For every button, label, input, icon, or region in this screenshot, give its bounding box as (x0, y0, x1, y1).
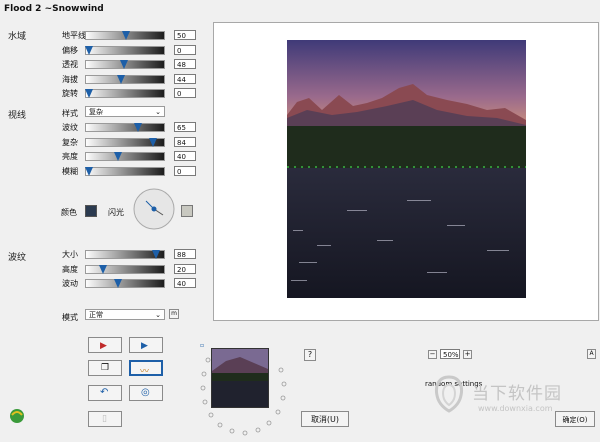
water-slider-3[interactable] (85, 74, 165, 84)
help-button[interactable]: ? (304, 349, 316, 361)
view-label-2: 亮度 (62, 152, 78, 161)
style-select[interactable]: 复杂 ⌄ (85, 106, 165, 117)
glare-swatch[interactable] (181, 205, 193, 217)
slider-thumb[interactable] (122, 31, 130, 40)
copy-icon: ❐ (101, 363, 110, 373)
water-label-2: 透视 (62, 60, 78, 69)
water-label-4: 旋转 (62, 89, 78, 98)
view-value-0[interactable]: 65 (174, 122, 196, 132)
slider-thumb[interactable] (120, 60, 129, 69)
view-slider-2[interactable] (85, 152, 165, 161)
blank-button[interactable]: ▯ (88, 411, 122, 427)
mode-select[interactable]: 正常 ⌄ (85, 309, 165, 320)
water-label-1: 偏移 (62, 45, 78, 55)
view-label-0: 波纹 (62, 123, 78, 132)
preview-image (287, 40, 526, 298)
waves-slider-1[interactable] (85, 264, 165, 274)
mode-select-value: 正常 (89, 311, 103, 319)
wave-preset-button[interactable]: 〰 (129, 360, 163, 377)
color-swatch[interactable] (85, 205, 97, 217)
reset-button[interactable]: ◎ (129, 385, 163, 401)
slider-thumb[interactable] (148, 137, 157, 147)
waves-value-1[interactable]: 20 (174, 263, 196, 274)
water-slider-2[interactable] (85, 60, 165, 69)
light-direction-dial[interactable] (132, 187, 176, 231)
water-slider-0[interactable] (85, 31, 165, 40)
view-slider-3[interactable] (84, 166, 165, 176)
water-value-4[interactable]: 0 (174, 88, 196, 98)
view-slider-1[interactable] (85, 137, 165, 147)
waves-slider-0[interactable] (85, 250, 165, 259)
slider-thumb[interactable] (133, 123, 142, 132)
waves-label-1: 高度 (62, 264, 78, 274)
waves-value-0[interactable]: 88 (174, 249, 196, 259)
window-title: Flood 2 ~Snowwind (4, 4, 104, 14)
view-value-2[interactable]: 40 (174, 151, 196, 161)
thumbnail-image[interactable] (211, 348, 269, 408)
slider-thumb[interactable] (84, 45, 93, 55)
style-select-value: 复杂 (89, 108, 103, 116)
view-value-1[interactable]: 84 (174, 136, 196, 147)
watermark-url: www.downxia.com (478, 404, 553, 413)
color-label: 颜色 (61, 208, 77, 217)
slider-thumb[interactable] (114, 152, 123, 161)
view-label-3: 模糊 (62, 166, 78, 176)
slider-thumb[interactable] (114, 279, 123, 288)
play-icon: ▶ (141, 341, 148, 351)
zoom-field[interactable]: 50% (440, 349, 460, 359)
waves-label-2: 波动 (62, 279, 78, 288)
wave-icon: 〰 (140, 367, 150, 377)
waves-section-title: 波纹 (8, 253, 27, 263)
arrow-right-icon: ▶ (100, 341, 107, 351)
slider-thumb[interactable] (117, 74, 126, 84)
view-label-1: 复杂 (62, 137, 78, 147)
circle-icon: ◎ (141, 387, 150, 398)
undo-button[interactable]: ↶ (88, 385, 122, 401)
slider-thumb[interactable] (84, 89, 93, 98)
water-slider-1[interactable] (84, 45, 165, 55)
copy-button[interactable]: ❐ (88, 360, 122, 376)
water-value-2[interactable]: 48 (174, 59, 196, 69)
water-value-1[interactable]: 0 (174, 44, 196, 55)
cancel-button[interactable]: 取消(U) (301, 411, 349, 427)
water-label-0: 地平线 (62, 31, 86, 40)
mode-lock-button[interactable]: m (169, 309, 179, 319)
view-slider-0[interactable] (85, 123, 165, 132)
water-label-3: 海拔 (62, 74, 78, 84)
chevron-down-icon: ⌄ (155, 311, 161, 319)
style-label: 样式 (62, 109, 78, 118)
water-section-title: 水域 (8, 32, 27, 42)
page-icon: ▯ (102, 414, 107, 424)
watermark-logo-icon (432, 375, 466, 413)
slider-thumb[interactable] (98, 264, 107, 274)
water-value-3[interactable]: 44 (174, 73, 196, 84)
view-section-title: 视线 (8, 111, 27, 121)
chevron-down-icon: ⌄ (155, 108, 161, 116)
thumbnail-marker: ▫ (200, 342, 205, 349)
apply-button[interactable]: ▶ (88, 337, 122, 353)
slider-thumb[interactable] (151, 250, 160, 259)
mode-label: 模式 (62, 313, 78, 322)
waves-slider-2[interactable] (85, 279, 165, 288)
glare-label: 闪光 (108, 208, 124, 217)
water-value-0[interactable]: 50 (174, 30, 196, 40)
zoom-in-button[interactable]: + (463, 350, 472, 359)
slider-thumb[interactable] (84, 166, 93, 176)
expand-button[interactable]: A (587, 349, 596, 359)
view-value-3[interactable]: 0 (174, 165, 196, 176)
watermark-text: 当下软件园 (472, 384, 562, 404)
app-logo-icon (8, 406, 26, 424)
play-button[interactable]: ▶ (129, 337, 163, 353)
waves-label-0: 大小 (62, 250, 78, 259)
ok-button[interactable]: 确定(O) (555, 411, 595, 427)
zoom-out-button[interactable]: − (428, 350, 437, 359)
waves-value-2[interactable]: 40 (174, 278, 196, 288)
undo-icon: ↶ (100, 387, 109, 398)
water-slider-4[interactable] (84, 89, 165, 98)
